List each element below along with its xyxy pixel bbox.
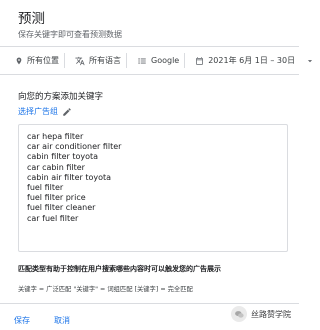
keyword-textarea[interactable]: car hepa filter car air conditioner filt… (18, 124, 288, 252)
keyword-line: fuel filter cleaner (27, 203, 96, 213)
search-network-icon (138, 58, 146, 63)
action-bar: 保存 取消 (10, 313, 74, 328)
date-range-filter[interactable]: 2021年 6月 1日 – 30日 (190, 47, 300, 74)
keyword-line: cabin air filter toyota (27, 172, 112, 182)
chevron-down-icon[interactable] (300, 47, 320, 74)
keyword-line: car cabin filter (27, 162, 85, 172)
location-pin-icon (16, 57, 22, 64)
divider (0, 303, 299, 304)
section-title: 向您的方案添加关键字 (18, 92, 104, 102)
watermark: 丝路赞学院 (231, 306, 291, 322)
date-range-label: 2021年 6月 1日 – 30日 (208, 56, 296, 65)
keyword-line: car fuel filter (27, 213, 79, 223)
match-type-syntax: 关键字 = 广泛匹配 "关键字" = 词组匹配 [关键字] = 完全匹配 (18, 286, 193, 293)
keyword-line: car air conditioner filter (27, 142, 122, 152)
wechat-logo-icon (231, 306, 247, 322)
language-filter[interactable]: 所有语言 (70, 47, 132, 74)
filter-bar: 所有位置 所有语言 Google 2021年 6月 1日 – 30日 (0, 47, 313, 74)
header: 预测 保存关键字即可查看预测数据 (18, 10, 122, 40)
match-type-note: 匹配类型有助于控制在用户搜索哪些内容时可以触发您的广告展示 (18, 265, 221, 273)
edit-pencil-icon[interactable] (62, 107, 72, 117)
location-filter-label: 所有位置 (27, 56, 59, 65)
filter-separator (126, 53, 127, 68)
select-ad-group-link[interactable]: 选择广告组 (18, 106, 58, 117)
divider (0, 74, 299, 75)
filter-separator (64, 53, 65, 68)
translate-icon (75, 56, 85, 65)
watermark-text: 丝路赞学院 (251, 309, 291, 319)
language-filter-label: 所有语言 (89, 56, 121, 65)
network-filter[interactable]: Google (132, 47, 190, 74)
calendar-icon (196, 56, 204, 65)
location-filter[interactable]: 所有位置 (0, 47, 70, 74)
keyword-line: car hepa filter (27, 132, 84, 141)
page-subtitle: 保存关键字即可查看预测数据 (18, 30, 122, 39)
save-button[interactable]: 保存 (10, 313, 34, 328)
ad-group-selector[interactable]: 选择广告组 (18, 106, 72, 117)
keyword-line: cabin filter toyota (27, 152, 99, 162)
keyword-line: fuel filter (27, 183, 64, 193)
filter-separator (184, 53, 186, 68)
page-title: 预测 (18, 11, 45, 27)
network-filter-label: Google (151, 56, 180, 65)
cancel-button[interactable]: 取消 (50, 313, 74, 328)
keyword-line: fuel filter price (27, 193, 86, 203)
